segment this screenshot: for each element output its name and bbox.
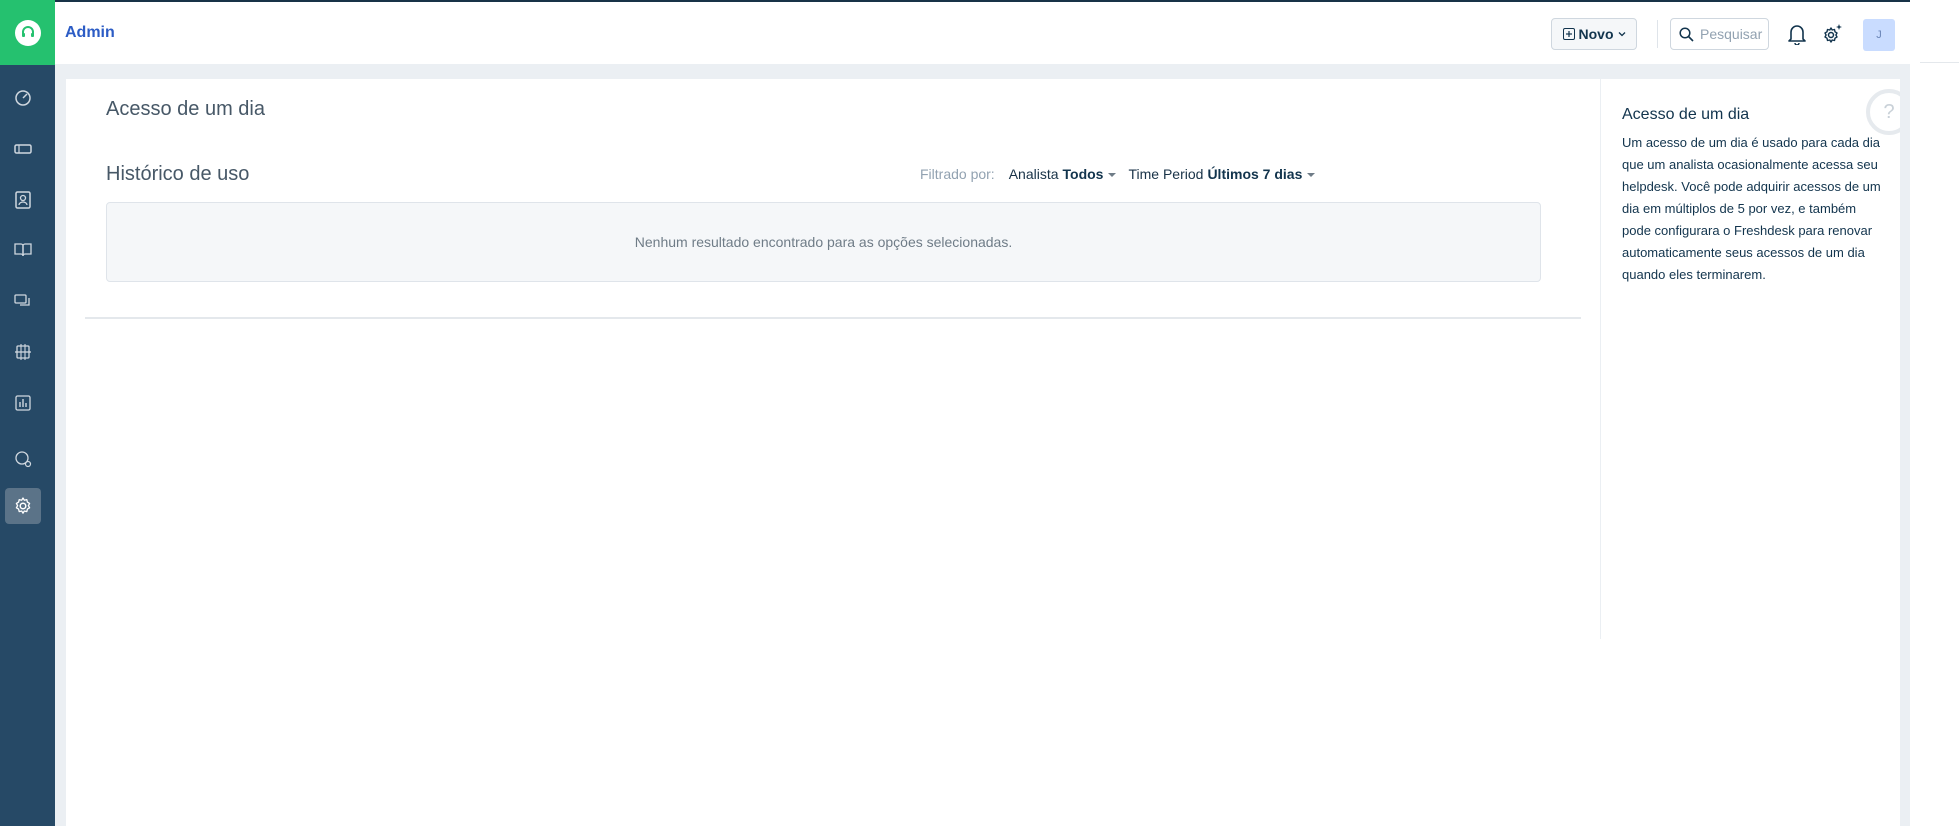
bell-icon [1788,25,1806,45]
agent-filter-dropdown[interactable]: Analista Todos [1009,166,1117,182]
new-button-label: Novo [1578,26,1614,42]
header-divider [1657,20,1658,48]
caret-down-icon [1108,172,1117,177]
apps-settings-button[interactable] [1820,22,1844,46]
dashboard-icon [15,90,31,106]
notifications-button[interactable] [1785,22,1809,46]
period-filter-dropdown[interactable]: Time Period Últimos 7 dias [1128,166,1316,182]
avatar[interactable]: J [1863,19,1895,51]
page-heading: Acesso de um dia [106,98,265,120]
sidebar-item-dashboard[interactable] [5,80,41,116]
agent-filter-label: Analista [1008,166,1059,182]
chat-icon [15,451,32,468]
search-placeholder: Pesquisar [1700,26,1763,42]
sparkle-gear-icon [1824,24,1842,43]
filter-bar: Filtrado por: Analista Todos Time Period… [920,166,1327,182]
app-logo[interactable] [0,0,55,65]
new-button[interactable]: Novo [1551,18,1637,50]
search-input[interactable]: Pesquisar [1670,18,1769,50]
avatar-initial: J [1876,29,1882,41]
sidebar-item-freshconnect[interactable] [5,334,41,370]
sidebar-item-admin[interactable] [5,488,41,524]
forums-icon [14,294,30,306]
help-question-glyph: ? [1883,100,1895,123]
empty-results-message: Nenhum resultado encontrado para as opçõ… [634,234,1013,250]
section-divider [85,317,1581,319]
sidebar-item-chat[interactable] [5,441,41,477]
reports-icon [15,395,31,411]
help-title: Acesso de um dia [1622,106,1750,123]
right-gutter [1900,65,1910,826]
contacts-icon [15,191,31,209]
sidebar-divider [1600,79,1601,639]
usage-history-heading: Histórico de uso [106,163,250,185]
far-right-blank [1910,0,1959,826]
tickets-icon [14,144,32,154]
page-title: Admin [65,24,115,41]
agent-filter-value: Todos [1062,166,1104,182]
solutions-book-icon [14,243,32,257]
search-icon [1679,26,1694,42]
freshconnect-icon [15,344,31,360]
sidebar-item-forums[interactable] [5,283,41,319]
sidebar-item-tickets[interactable] [5,131,41,167]
sidebar-item-solutions[interactable] [5,232,41,268]
sidebar-item-reports[interactable] [5,385,41,421]
chevron-down-icon [1618,32,1625,37]
sidebar [0,0,55,826]
admin-gear-icon [15,497,31,514]
period-filter-value: Últimos 7 dias [1207,166,1303,182]
help-text: Um acesso de um dia é usado para cada di… [1622,135,1881,282]
top-header: Admin Novo Pesquisar J [55,2,1910,65]
period-filter-label: Time Period [1128,166,1204,182]
headset-logo-icon [14,19,41,46]
filter-label: Filtrado por: [920,166,995,182]
caret-down-icon [1307,172,1316,177]
empty-results-box: Nenhum resultado encontrado para as opçõ… [106,202,1541,282]
far-right-line [1920,62,1959,63]
sidebar-item-contacts[interactable] [5,182,41,218]
plus-square-icon [1562,28,1575,40]
